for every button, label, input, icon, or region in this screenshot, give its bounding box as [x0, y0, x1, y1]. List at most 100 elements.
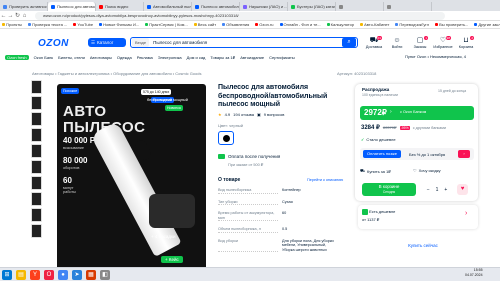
thumbnail[interactable] — [31, 192, 42, 206]
catalog-button[interactable]: ☰ Каталог — [88, 38, 126, 47]
category-nav-item[interactable]: Билеты, отели — [58, 55, 85, 60]
thumbnail[interactable] — [31, 224, 42, 238]
want-discount-link[interactable]: ♡ Хочу скидку — [413, 168, 441, 173]
search-scope-dropdown[interactable]: Везде — [132, 38, 150, 47]
header-delivery-button[interactable]: ⛟ Доставка 01 — [364, 36, 384, 49]
about-description-link[interactable]: Перейти к описанию — [307, 178, 343, 182]
opera-icon[interactable]: O — [44, 269, 54, 280]
browser-tab[interactable]: Пылесос для автомоб... — [48, 2, 96, 11]
category-nav-item[interactable]: Автоиздание — [240, 55, 264, 60]
browser-tab[interactable]: Наушники (ЛАО) и ... — [240, 2, 288, 11]
telegram-icon[interactable]: ➤ — [72, 269, 82, 280]
back-icon[interactable]: ← — [0, 13, 7, 19]
color-swatch-black[interactable] — [218, 131, 234, 145]
browser-tab[interactable]: Пылесос автомобиль... — [192, 2, 240, 11]
category-nav-item[interactable]: Автотовары — [90, 55, 112, 60]
bookmark-item[interactable]: Проекты — [2, 22, 22, 27]
pay-later-banner[interactable]: Оплатить позже Без % до 1 октября › — [360, 148, 474, 160]
buy-now-button[interactable]: Купить сейчас — [368, 243, 478, 254]
questions-link[interactable]: 9 вопросов — [264, 112, 285, 117]
pay-later-button[interactable]: Оплатить позже — [363, 150, 401, 158]
bookmark-icon — [145, 23, 149, 26]
bookmark-item[interactable]: Ozon.ru — [255, 22, 274, 27]
thumbnail[interactable] — [31, 96, 42, 110]
favorite-heart-icon[interactable]: ♥ — [457, 184, 468, 195]
app-icon[interactable]: ◧ — [100, 269, 110, 280]
thumbnail[interactable] — [31, 128, 42, 142]
search-input[interactable]: Пылесос для автомобиля — [150, 40, 342, 45]
browser-tab-strip: Проверить активность в ... Пылесос для ав… — [0, 0, 500, 11]
category-nav-item[interactable]: Ozon Банк — [34, 55, 53, 60]
breadcrumb[interactable]: Автотовары • Гаджеты и автоэлектроника •… — [32, 71, 201, 76]
bookmark-item[interactable]: Авто-Кабинет — [360, 22, 389, 27]
bookmark-item[interactable]: Новые Фильмы И... — [99, 22, 139, 27]
thumbnail[interactable] — [31, 176, 42, 190]
windows-start-icon[interactable]: ⊞ — [2, 269, 12, 280]
bookmark-item[interactable]: Вы проверить... — [435, 22, 468, 27]
thumbnail[interactable] — [31, 208, 42, 222]
product-main-image[interactable]: Похожие 575 до 140 днях Постоянная Новин… — [57, 84, 206, 274]
similar-pill[interactable]: Похожие — [61, 88, 80, 94]
file-explorer-icon[interactable]: ▤ — [16, 269, 26, 280]
qty-plus-button[interactable]: + — [444, 187, 447, 193]
header-favorites-button[interactable]: ♡ Избранное 98 — [433, 36, 453, 49]
tab-favicon-icon — [99, 4, 103, 9]
bookmark-item[interactable]: Объявления — [222, 22, 249, 27]
browser-tab[interactable]: Автомобильный пылесос... — [144, 2, 192, 11]
address-bar[interactable]: www.ozon.ru/product/pylesos-dlya-avtomob… — [35, 12, 445, 20]
thumbnail[interactable] — [31, 160, 42, 174]
bookmark-item[interactable]: Калькулятор — [326, 22, 354, 27]
bookmark-item[interactable]: ПереводчикГугл — [395, 22, 429, 27]
article-number[interactable]: Артикул: 4023103318 — [337, 71, 376, 76]
bookmarks-bar: Проекты Проверка текста ... YouTube Новые Ф… — [0, 21, 500, 29]
bookmark-item[interactable]: ПрактСервис | Ком... — [145, 22, 188, 27]
browser-tab[interactable]: Бустеры (ЛАО) каталог... — [288, 2, 336, 11]
buy-for-1-link[interactable]: ⛟ Купить за 1₽ — [360, 168, 391, 174]
cart-icon: ⛟ — [360, 168, 366, 173]
home-icon[interactable]: ⌂ — [21, 13, 28, 19]
header-orders-button[interactable]: ▢ Заказы 1 — [410, 36, 430, 49]
bookmark-item[interactable]: YouTube — [73, 22, 93, 27]
bookmark-item[interactable]: Онлайн - Фон и те... — [279, 22, 321, 27]
ozon-logo[interactable]: OZON — [38, 38, 69, 49]
thumbnail[interactable] — [31, 144, 42, 158]
sale-title: Распродажа — [362, 87, 390, 92]
menu-icon: ☰ — [91, 39, 96, 45]
bookmark-item[interactable]: Другие закладки — [474, 22, 500, 27]
bookmark-item[interactable]: Весь сайт — [193, 22, 216, 27]
in-cart-sub: Сегодня — [382, 189, 396, 194]
tab-label: Наушники (ЛАО) и ... — [249, 4, 288, 9]
thumbnail[interactable] — [31, 112, 42, 126]
category-nav-item[interactable]: Одежда — [117, 55, 132, 60]
header-user-button[interactable]: ☺ Войти — [387, 37, 407, 49]
browser-tab[interactable]: Поиск видео — [96, 2, 144, 11]
qty-minus-button[interactable]: − — [427, 187, 430, 193]
spec-value: Для уборки пола, Для уборки мебели, Унив… — [282, 238, 334, 252]
cheaper-offer-card[interactable]: Есть дешевле от 1137 ₽ › — [358, 205, 478, 229]
forward-icon[interactable]: → — [7, 13, 14, 19]
bookmark-item[interactable]: Проверка текста ... — [28, 22, 67, 27]
category-nav-item[interactable]: Дом и сад — [187, 55, 206, 60]
chrome-icon[interactable]: ● — [58, 269, 68, 280]
reviews-link[interactable]: 194 отзыва — [233, 112, 254, 117]
search-button[interactable]: ⌕ — [342, 38, 356, 47]
header-cart-button[interactable]: ⊔ Корзина 2 — [456, 36, 476, 49]
category-nav-item[interactable]: Ozon fresh — [5, 54, 29, 60]
category-nav-item[interactable]: Реклама — [137, 55, 153, 60]
delivery-region[interactable]: Пункт Ozon • Некоммерческая, 4 — [405, 54, 466, 59]
category-nav-item[interactable]: Электроника — [158, 55, 182, 60]
in-cart-label: В корзине — [378, 184, 400, 189]
pay-later-more[interactable]: › — [458, 150, 470, 158]
rating-row[interactable]: ★ 4.9 194 отзыва ▣ 9 вопросов — [218, 112, 284, 117]
in-cart-button[interactable]: В корзине Сегодня — [362, 183, 416, 196]
reload-icon[interactable]: ↻ — [14, 12, 21, 19]
thumbnail[interactable] — [31, 80, 42, 94]
office-icon[interactable]: ▦ — [86, 269, 96, 280]
browser-tab[interactable]: Проверить активность в ... — [0, 2, 48, 11]
browser-tab[interactable] — [336, 2, 384, 11]
category-nav-item[interactable]: Товары за 1₽ — [210, 55, 235, 60]
yandex-browser-icon[interactable]: Y — [30, 269, 40, 280]
category-nav-item[interactable]: Сертификаты — [269, 55, 295, 60]
browser-tab[interactable] — [384, 2, 432, 11]
ozon-card-price[interactable]: 2972₽ › с Ozon Банком — [360, 106, 474, 120]
